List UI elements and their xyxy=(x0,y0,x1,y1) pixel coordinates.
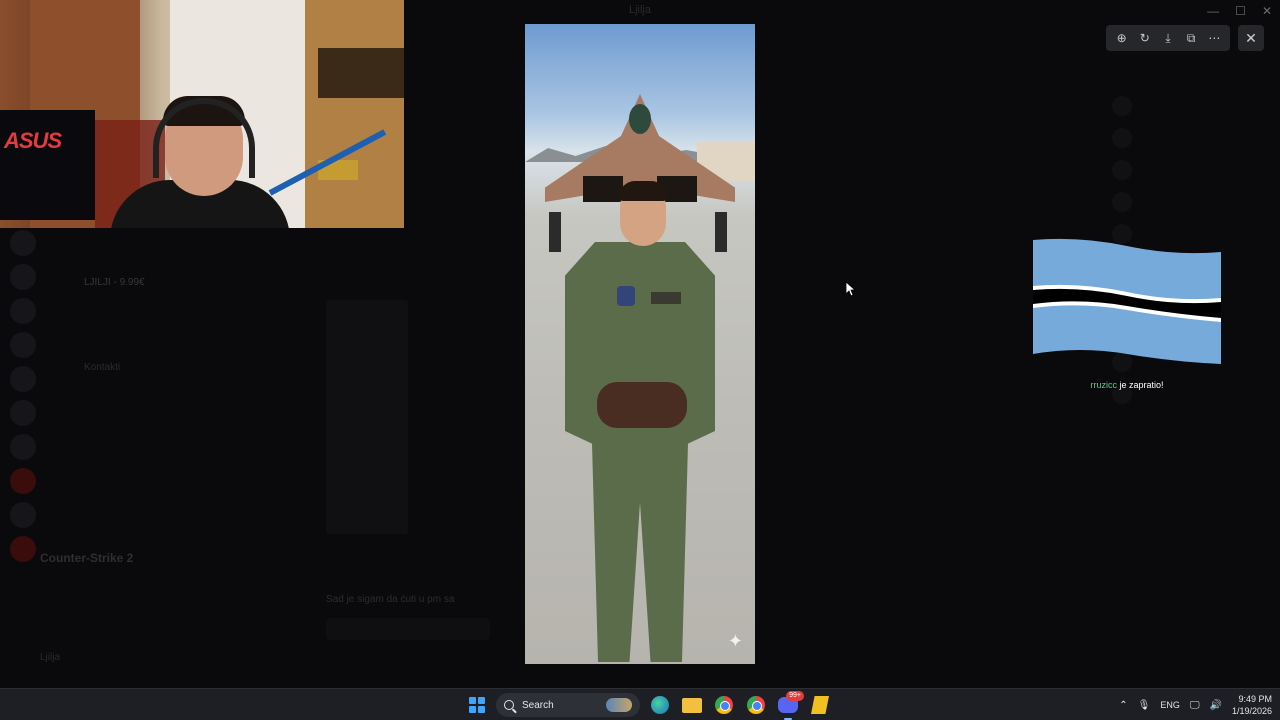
system-tray: ⌃ 🎙 ENG 🖵 🔊 9:49 PM 1/19/2026 xyxy=(1119,689,1272,720)
file-explorer-icon[interactable] xyxy=(680,693,704,717)
open-external-icon[interactable]: ⧉ xyxy=(1181,28,1201,48)
channel-item[interactable] xyxy=(44,314,274,335)
server-icon[interactable] xyxy=(10,332,36,358)
channel-item[interactable] xyxy=(44,251,274,272)
window-close-icon[interactable]: ✕ xyxy=(1262,4,1272,18)
channel-item[interactable] xyxy=(44,378,274,399)
language-indicator[interactable]: ENG xyxy=(1160,700,1180,710)
clock-date: 1/19/2026 xyxy=(1231,706,1272,716)
botswana-flag-graphic xyxy=(1033,238,1221,364)
follow-alert: rruzicc je zapratio! xyxy=(1033,380,1221,390)
image-landing-gear xyxy=(715,212,727,252)
message-input[interactable] xyxy=(326,618,490,640)
discord-icon[interactable]: 99+ xyxy=(776,691,804,720)
image-pilot-patch xyxy=(617,286,635,306)
download-icon[interactable]: ⤓ xyxy=(1158,28,1178,48)
game-activity-banner: Counter-Strike 2 xyxy=(40,551,134,565)
channel-item[interactable] xyxy=(44,441,274,462)
channel-item[interactable] xyxy=(44,420,274,441)
avatar xyxy=(1112,160,1132,180)
chrome-icon[interactable] xyxy=(712,693,736,717)
botswana-flag xyxy=(1033,238,1221,364)
member-item[interactable] xyxy=(1112,90,1280,122)
clock-time: 9:49 PM xyxy=(1238,694,1272,704)
channel-item[interactable] xyxy=(44,230,274,251)
channel-list: LJILJI - 9.99€ Kontakti xyxy=(44,230,274,650)
window-controls: — ☐ ✕ xyxy=(1207,4,1272,18)
search-highlight-image xyxy=(606,698,632,712)
viewer-image[interactable]: ✦ xyxy=(525,24,755,664)
user-panel[interactable]: Ljilja xyxy=(14,652,274,672)
server-icon[interactable] xyxy=(10,400,36,426)
avatar xyxy=(1112,128,1132,148)
server-icon[interactable] xyxy=(10,468,36,494)
pinned-app-icon[interactable] xyxy=(808,693,832,717)
chrome-profile-icon[interactable] xyxy=(744,693,768,717)
member-item[interactable] xyxy=(1112,186,1280,218)
ai-sparkle-icon: ✦ xyxy=(727,631,743,651)
alert-username: rruzicc xyxy=(1090,380,1117,390)
minimize-icon[interactable]: — xyxy=(1207,4,1219,18)
search-icon xyxy=(504,700,514,710)
taskbar: Search 99+ ⌃ 🎙 ENG 🖵 🔊 9:49 PM 1/19/2026 xyxy=(0,688,1280,720)
image-pilot-hair xyxy=(619,181,667,201)
close-viewer-button[interactable]: ✕ xyxy=(1238,25,1264,51)
microphone-icon[interactable]: 🎙 xyxy=(1138,700,1151,711)
search-label: Search xyxy=(522,699,554,711)
discord-notification-badge: 99+ xyxy=(786,691,804,701)
channel-item[interactable]: Kontakti xyxy=(44,357,274,378)
windows-start-icon[interactable] xyxy=(466,694,488,716)
server-icon[interactable] xyxy=(10,230,36,256)
monitor-icon[interactable]: 🖵 xyxy=(1190,700,1200,711)
channel-item[interactable] xyxy=(44,399,274,420)
avatar xyxy=(1112,192,1132,212)
server-rail xyxy=(0,230,44,650)
edge-browser-icon[interactable] xyxy=(648,693,672,717)
chat-message: Sad je sigam da ćuti u pm sa xyxy=(326,594,455,605)
rotate-icon[interactable]: ↻ xyxy=(1135,28,1155,48)
avatar xyxy=(1112,96,1132,116)
server-icon[interactable] xyxy=(10,366,36,392)
server-icon[interactable] xyxy=(10,434,36,460)
taskbar-search[interactable]: Search xyxy=(496,693,640,717)
webcam-overlay: ASUS xyxy=(0,0,404,228)
webcam-pc-case xyxy=(0,110,95,220)
channel-item[interactable]: LJILJI - 9.99€ xyxy=(44,272,274,293)
image-pilot-nametag xyxy=(651,292,681,304)
image-jet-canopy xyxy=(629,104,651,134)
mouse-cursor-icon xyxy=(846,282,856,296)
member-item[interactable] xyxy=(1112,122,1280,154)
webcam-shelf xyxy=(318,48,404,98)
server-icon[interactable] xyxy=(10,264,36,290)
clock[interactable]: 9:49 PM 1/19/2026 xyxy=(1232,693,1272,717)
image-landing-gear xyxy=(549,212,561,252)
alert-message: je zapratio! xyxy=(1116,380,1164,390)
image-pilot-flightsuit xyxy=(565,242,715,662)
member-item[interactable] xyxy=(1112,154,1280,186)
taskbar-apps: Search 99+ xyxy=(466,691,832,720)
channel-item[interactable] xyxy=(44,293,274,314)
viewer-toolbar: ⊕ ↻ ⤓ ⧉ ⋯ xyxy=(1106,25,1230,51)
chevron-up-icon[interactable]: ⌃ xyxy=(1119,700,1127,711)
webcam-cabinet xyxy=(305,0,404,228)
server-icon[interactable] xyxy=(10,298,36,324)
maximize-icon[interactable]: ☐ xyxy=(1235,4,1246,18)
image-pilot-gloves xyxy=(597,382,687,428)
image-jet-intake xyxy=(583,176,623,202)
member-list xyxy=(1112,90,1280,650)
chat-image-thumbnail[interactable] xyxy=(326,300,408,534)
volume-icon[interactable]: 🔊 xyxy=(1210,700,1222,711)
server-icon[interactable] xyxy=(10,502,36,528)
more-options-icon[interactable]: ⋯ xyxy=(1204,28,1224,48)
zoom-in-icon[interactable]: ⊕ xyxy=(1112,28,1132,48)
asus-logo: ASUS xyxy=(4,128,62,153)
